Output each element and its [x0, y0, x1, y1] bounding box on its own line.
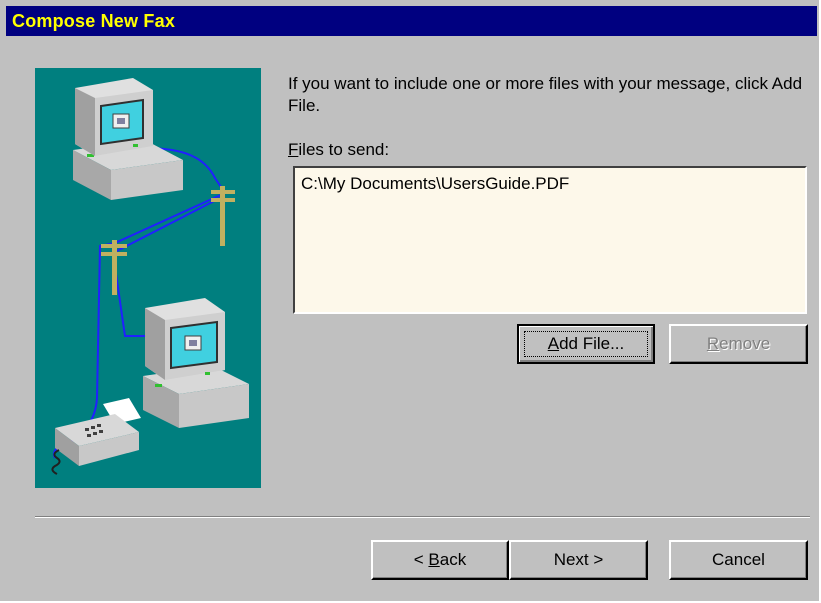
telephone-pole-icon: [211, 186, 235, 246]
back-accelerator: B: [428, 550, 440, 569]
fax-machine-icon: [51, 398, 141, 475]
cancel-label: Cancel: [712, 550, 765, 569]
window-title: Compose New Fax: [12, 11, 176, 31]
fax-network-illustration: [35, 68, 261, 488]
cancel-button[interactable]: Cancel: [669, 540, 808, 580]
files-label-text: iles to send:: [298, 140, 390, 159]
add-file-button[interactable]: Add File...: [517, 324, 655, 364]
back-prefix: <: [413, 550, 429, 569]
separator-line: [35, 516, 810, 518]
remove-button[interactable]: Remove: [669, 324, 808, 364]
files-to-send-listbox[interactable]: C:\My Documents\UsersGuide.PDF: [293, 166, 807, 314]
files-label-accelerator: F: [288, 140, 299, 159]
remove-accelerator: R: [706, 334, 720, 353]
focus-indicator: [524, 331, 648, 357]
title-bar[interactable]: Compose New Fax: [6, 6, 817, 36]
compose-fax-window: Compose New Fax If you want to include o…: [0, 0, 821, 603]
computer-icon: [73, 78, 183, 200]
back-button[interactable]: < Back: [371, 540, 509, 580]
list-item[interactable]: C:\My Documents\UsersGuide.PDF: [301, 174, 569, 194]
next-label: Next >: [553, 550, 604, 569]
instruction-text: If you want to include one or more files…: [288, 74, 803, 115]
next-button[interactable]: Next >: [509, 540, 648, 580]
back-label: ack: [439, 550, 467, 569]
computer-icon: [143, 298, 249, 428]
remove-label: emove: [719, 334, 771, 353]
files-to-send-label: Files to send:: [288, 140, 389, 160]
